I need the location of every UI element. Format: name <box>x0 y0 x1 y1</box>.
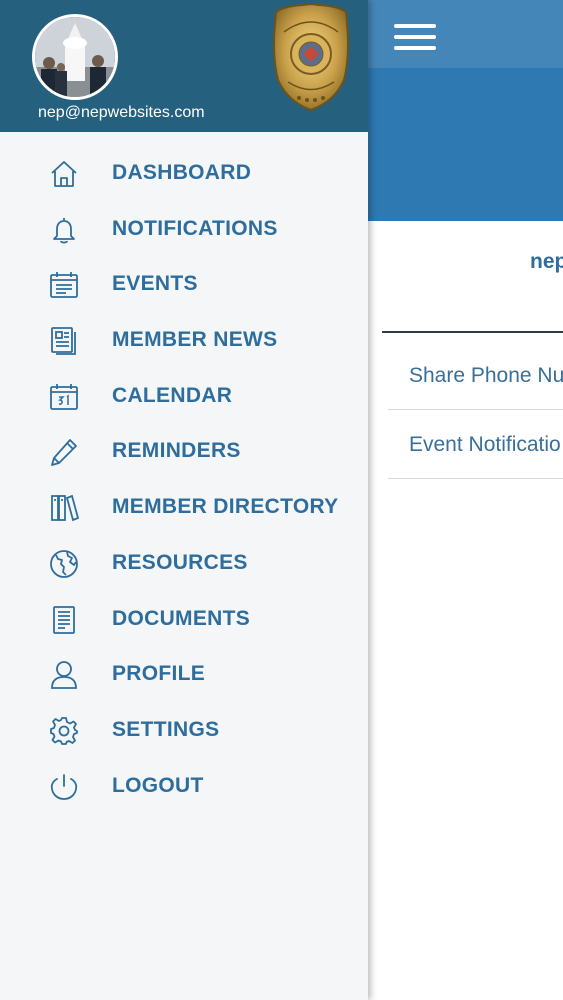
drawer-header: nep@nepwebsites.com <box>0 0 368 132</box>
divider <box>382 331 563 333</box>
nav-item-resources[interactable]: RESOURCES <box>0 536 368 592</box>
gear-icon <box>48 715 80 747</box>
nav-item-profile[interactable]: PROFILE <box>0 647 368 703</box>
document-icon <box>48 604 80 636</box>
calendar-icon <box>48 381 80 413</box>
top-app-bar <box>368 0 563 68</box>
nav-label: REMINDERS <box>112 439 241 463</box>
user-email: nep@nepwebsites.com <box>38 104 205 121</box>
nav-label: DOCUMENTS <box>112 606 251 630</box>
nav-label: DASHBOARD <box>112 161 252 184</box>
menu-icon[interactable] <box>394 22 436 52</box>
nav-item-dashboard[interactable]: DASHBOARD <box>0 146 368 202</box>
nav-item-events[interactable]: EVENTS <box>0 257 368 313</box>
bell-icon <box>48 214 80 246</box>
events-icon <box>48 269 80 301</box>
drawer-nav: DASHBOARD NOTIFICATIONS EVENTS MEMBER NE… <box>0 146 368 814</box>
main-user-label: nep <box>530 250 563 273</box>
nav-label: EVENTS <box>112 272 198 296</box>
nav-item-member-news[interactable]: MEMBER NEWS <box>0 313 368 369</box>
nav-item-logout[interactable]: LOGOUT <box>0 759 368 815</box>
person-icon <box>48 659 80 691</box>
nav-label: SETTINGS <box>112 717 220 741</box>
nav-label: RESOURCES <box>112 550 248 574</box>
nav-label: PROFILE <box>112 662 206 686</box>
avatar[interactable] <box>32 14 118 100</box>
home-icon <box>48 158 80 190</box>
main-header-banner <box>368 68 563 221</box>
power-icon <box>48 771 80 803</box>
nav-label: MEMBER DIRECTORY <box>112 495 339 519</box>
nav-item-settings[interactable]: SETTINGS <box>0 703 368 759</box>
nav-item-calendar[interactable]: CALENDAR <box>0 369 368 425</box>
settings-row-event-notifications[interactable]: Event Notificatio <box>388 411 563 479</box>
navigation-drawer: nep@nepwebsites.com DASHBOARD NOTIFICATI… <box>0 0 368 1000</box>
nav-item-notifications[interactable]: NOTIFICATIONS <box>0 202 368 258</box>
nav-label: NOTIFICATIONS <box>112 216 278 240</box>
nav-label: LOGOUT <box>112 773 204 797</box>
nav-item-reminders[interactable]: REMINDERS <box>0 424 368 480</box>
police-badge-logo <box>272 2 350 112</box>
books-icon <box>48 492 80 524</box>
nav-item-documents[interactable]: DOCUMENTS <box>0 592 368 648</box>
nav-label: CALENDAR <box>112 383 233 407</box>
nav-label: MEMBER NEWS <box>112 328 278 352</box>
globe-icon <box>48 548 80 580</box>
main-screen: nep Share Phone Nu Event Notificatio <box>368 0 563 1000</box>
pencil-icon <box>48 436 80 468</box>
settings-row-share-phone[interactable]: Share Phone Nu <box>388 342 563 410</box>
news-icon <box>48 325 80 357</box>
nav-item-member-directory[interactable]: MEMBER DIRECTORY <box>0 480 368 536</box>
